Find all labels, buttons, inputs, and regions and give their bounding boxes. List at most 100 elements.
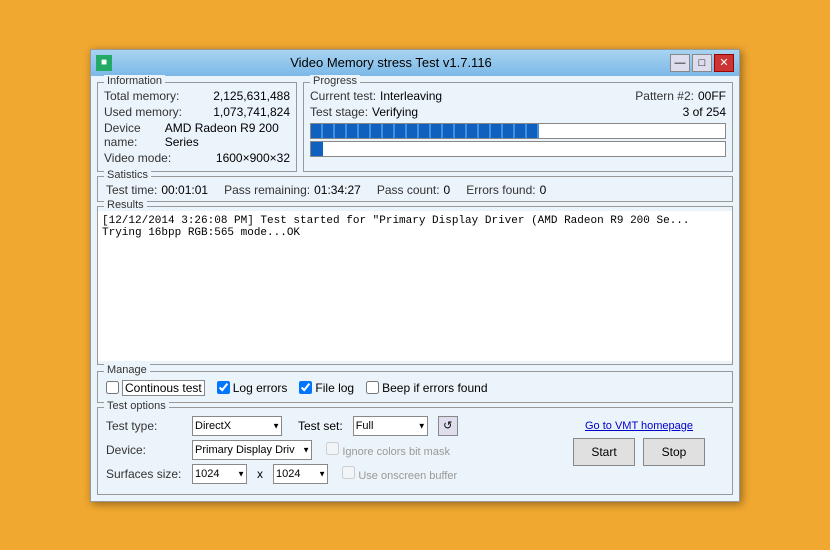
pass-count-label: Pass count:: [377, 183, 440, 197]
manage-panel: Manage Continous test Log errors File lo…: [97, 371, 733, 403]
title-bar: ■ Video Memory stress Test v1.7.116 — □ …: [91, 50, 739, 76]
progress-bar-2: [310, 141, 726, 157]
file-log-label: File log: [315, 381, 354, 395]
pass-remaining-item: Pass remaining: 01:34:27: [224, 183, 361, 197]
refresh-button[interactable]: ↺: [438, 416, 458, 436]
pass-remaining-label: Pass remaining:: [224, 183, 310, 197]
test-set-label: Test set:: [298, 419, 343, 433]
test-options-title: Test options: [104, 400, 169, 412]
main-window: ■ Video Memory stress Test v1.7.116 — □ …: [90, 49, 740, 502]
manage-panel-title: Manage: [104, 364, 150, 376]
file-log-item: File log: [299, 381, 354, 395]
pattern-value: 00FF: [698, 89, 726, 103]
surfaces-w-wrapper: 1024 512 256 ▼: [192, 464, 247, 484]
continuous-test-label: Continous test: [122, 380, 205, 396]
test-set-wrapper: Full Quick Custom ▼: [349, 416, 428, 436]
surfaces-height-select[interactable]: 1024 512 256: [273, 464, 328, 484]
results-textarea[interactable]: [98, 211, 732, 361]
device-name-label: Device name:: [104, 121, 165, 149]
progress-panel-title: Progress: [310, 75, 360, 87]
device-name-row: Device name: AMD Radeon R9 200 Series: [104, 121, 290, 149]
used-memory-value: 1,073,741,824: [213, 105, 290, 119]
vmt-homepage-link[interactable]: Go to VMT homepage: [585, 420, 693, 432]
total-memory-label: Total memory:: [104, 89, 179, 103]
video-mode-label: Video mode:: [104, 151, 171, 165]
surfaces-size-row: Surfaces size: 1024 512 256 ▼ x: [106, 464, 544, 484]
beep-label: Beep if errors found: [382, 381, 487, 395]
refresh-icon: ↺: [443, 419, 452, 432]
total-memory-value: 2,125,631,488: [213, 89, 290, 103]
errors-found-item: Errors found: 0: [466, 183, 546, 197]
test-type-label: Test type:: [106, 419, 186, 433]
video-mode-value: 1600×900×32: [216, 151, 290, 165]
results-panel-title: Results: [104, 199, 147, 211]
ignore-colors-item: Ignore colors bit mask: [326, 442, 450, 458]
start-button[interactable]: Start: [573, 438, 635, 466]
device-select[interactable]: Primary Display Drive...: [192, 440, 312, 460]
options-right: Go to VMT homepage Start Stop: [554, 416, 724, 488]
info-panel-title: Information: [104, 75, 165, 87]
statistics-panel: Satistics Test time: 00:01:01 Pass remai…: [97, 176, 733, 202]
log-errors-item: Log errors: [217, 381, 288, 395]
progress-bar-fill-2: [311, 142, 323, 156]
video-mode-row: Video mode: 1600×900×32: [104, 151, 290, 165]
window-controls: — □ ✕: [670, 54, 734, 72]
log-errors-label: Log errors: [233, 381, 288, 395]
continuous-test-checkbox[interactable]: [106, 381, 119, 394]
top-panels: Information Total memory: 2,125,631,488 …: [97, 82, 733, 172]
results-panel: Results: [97, 206, 733, 365]
maximize-button[interactable]: □: [692, 54, 712, 72]
stop-button[interactable]: Stop: [643, 438, 705, 466]
used-memory-row: Used memory: 1,073,741,824: [104, 105, 290, 119]
device-row: Device: Primary Display Drive... ▼ Ignor…: [106, 440, 544, 460]
pattern-label: Pattern #2:: [635, 89, 694, 103]
test-options-panel: Test options Test type: DirectX OpenGL ▼: [97, 407, 733, 495]
progress-bar-1: [310, 123, 726, 139]
device-name-value: AMD Radeon R9 200 Series: [165, 121, 290, 149]
test-stage-label: Test stage:: [310, 105, 368, 119]
stats-panel-title: Satistics: [104, 169, 151, 181]
current-test-label: Current test:: [310, 89, 376, 103]
errors-found-value: 0: [540, 183, 547, 197]
close-button[interactable]: ✕: [714, 54, 734, 72]
file-log-checkbox[interactable]: [299, 381, 312, 394]
test-type-wrapper: DirectX OpenGL ▼: [192, 416, 282, 436]
pass-remaining-value: 01:34:27: [314, 183, 361, 197]
test-set-select[interactable]: Full Quick Custom: [353, 416, 428, 436]
ignore-colors-label: Ignore colors bit mask: [342, 446, 450, 458]
surfaces-h-wrapper: 1024 512 256 ▼: [273, 464, 328, 484]
stats-row: Test time: 00:01:01 Pass remaining: 01:3…: [106, 183, 724, 197]
use-onscreen-item: Use onscreen buffer: [342, 466, 457, 482]
test-time-value: 00:01:01: [161, 183, 208, 197]
information-panel: Information Total memory: 2,125,631,488 …: [97, 82, 297, 172]
surfaces-width-select[interactable]: 1024 512 256: [192, 464, 247, 484]
use-onscreen-checkbox[interactable]: [342, 466, 355, 479]
pass-count-value: 0: [444, 183, 451, 197]
total-memory-row: Total memory: 2,125,631,488: [104, 89, 290, 103]
progress-bar-fill-1: [311, 124, 539, 138]
test-time-label: Test time:: [106, 183, 157, 197]
beep-checkbox[interactable]: [366, 381, 379, 394]
manage-row: Continous test Log errors File log Beep …: [106, 380, 724, 396]
test-type-select[interactable]: DirectX OpenGL: [192, 416, 282, 436]
continuous-test-item: Continous test: [106, 380, 205, 396]
use-onscreen-label: Use onscreen buffer: [358, 470, 457, 482]
device-wrapper: Primary Display Drive... ▼: [192, 440, 312, 460]
test-time-item: Test time: 00:01:01: [106, 183, 208, 197]
pass-count-item: Pass count: 0: [377, 183, 450, 197]
surfaces-size-label: Surfaces size:: [106, 467, 186, 481]
test-stage-value: Verifying: [372, 105, 418, 119]
log-errors-checkbox[interactable]: [217, 381, 230, 394]
beep-item: Beep if errors found: [366, 381, 487, 395]
surfaces-x-label: x: [257, 467, 263, 481]
options-content: Test type: DirectX OpenGL ▼ Test set: Fu…: [106, 416, 724, 488]
used-memory-label: Used memory:: [104, 105, 182, 119]
options-left: Test type: DirectX OpenGL ▼ Test set: Fu…: [106, 416, 544, 488]
app-icon: ■: [96, 55, 112, 71]
minimize-button[interactable]: —: [670, 54, 690, 72]
stage-count: 3 of 254: [683, 105, 726, 119]
device-label: Device:: [106, 443, 186, 457]
ignore-colors-checkbox[interactable]: [326, 442, 339, 455]
test-type-row: Test type: DirectX OpenGL ▼ Test set: Fu…: [106, 416, 544, 436]
progress-panel: Progress Current test: Interleaving Patt…: [303, 82, 733, 172]
